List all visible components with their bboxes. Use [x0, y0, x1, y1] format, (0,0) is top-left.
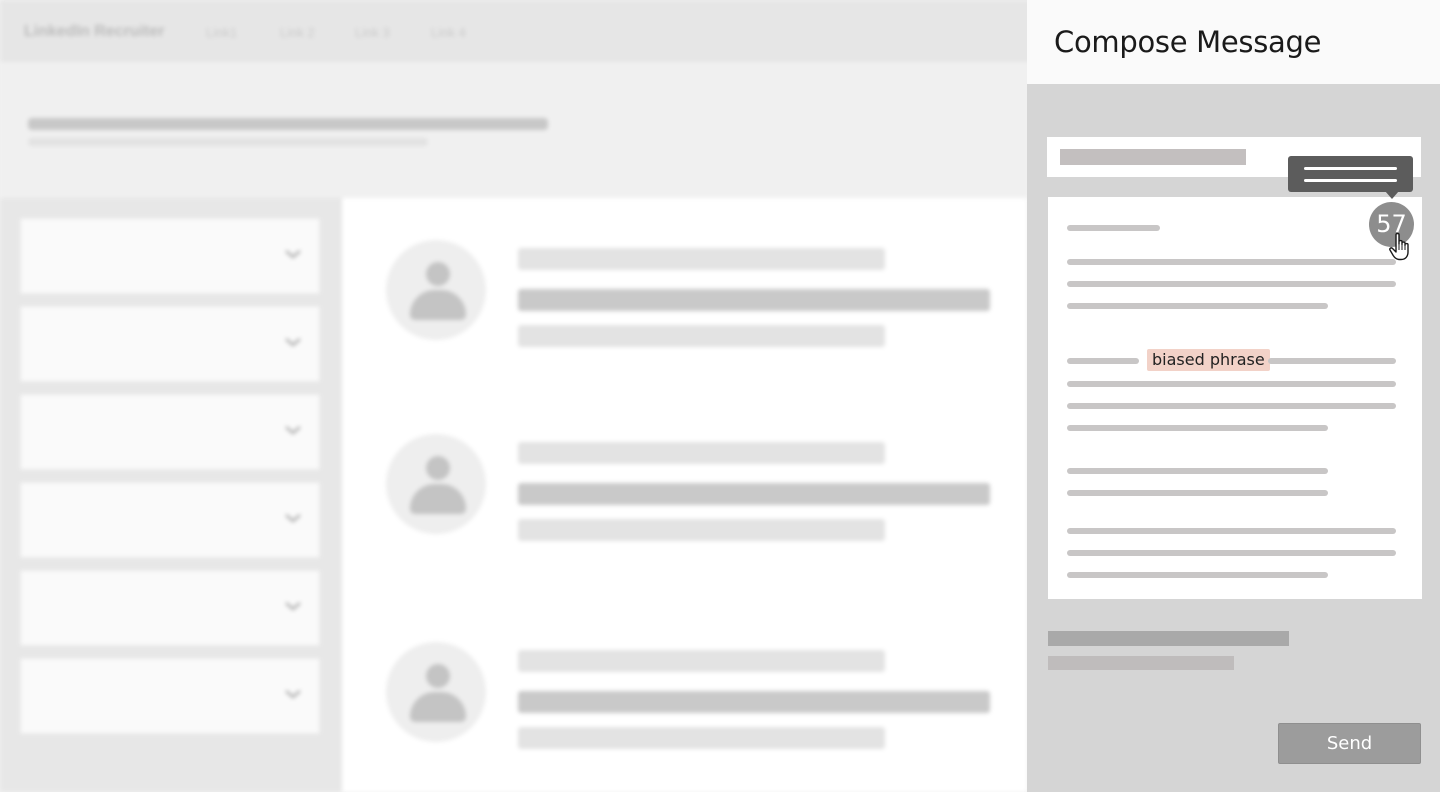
bias-score-badge[interactable]: 57	[1369, 202, 1414, 247]
candidate-headline-placeholder	[518, 691, 990, 713]
footer-subtext-placeholder	[1048, 656, 1234, 670]
candidate-location-placeholder	[518, 325, 885, 347]
compose-panel: Compose Message biased phrase	[1027, 0, 1440, 792]
text-line	[1067, 303, 1328, 309]
candidate-location-placeholder	[518, 727, 885, 749]
filter-sidebar	[0, 198, 342, 792]
tooltip-line	[1304, 179, 1397, 182]
filter-dropdown[interactable]	[20, 482, 320, 558]
chevron-down-icon	[285, 426, 301, 435]
chevron-down-icon	[285, 250, 301, 259]
subject-placeholder	[1060, 149, 1246, 165]
text-line	[1067, 225, 1160, 231]
candidate-card[interactable]	[382, 434, 1002, 554]
chevron-down-icon	[285, 602, 301, 611]
tooltip-arrow	[1385, 191, 1399, 199]
candidate-name-placeholder	[518, 248, 885, 270]
compose-header: Compose Message	[1027, 0, 1440, 84]
avatar-placeholder-icon	[386, 240, 486, 340]
text-line	[1067, 528, 1396, 534]
candidate-name-placeholder	[518, 650, 885, 672]
text-line	[1067, 425, 1328, 431]
candidate-results	[342, 198, 1027, 792]
footer-text-placeholder	[1048, 631, 1289, 646]
compose-title: Compose Message	[1054, 25, 1322, 59]
biased-phrase-highlight[interactable]: biased phrase	[1147, 349, 1270, 371]
candidate-card[interactable]	[382, 642, 1002, 762]
text-line	[1067, 259, 1396, 265]
nav-link-3[interactable]: Link 3	[355, 25, 390, 40]
tooltip-line	[1304, 167, 1397, 170]
text-line	[1067, 468, 1328, 474]
chevron-down-icon	[285, 338, 301, 347]
text-line	[1067, 358, 1139, 364]
chevron-down-icon	[285, 514, 301, 523]
candidate-card[interactable]	[382, 240, 1002, 360]
avatar-placeholder-icon	[386, 642, 486, 742]
message-body-field[interactable]: biased phrase	[1048, 197, 1422, 599]
page-subtitle-placeholder	[28, 138, 428, 146]
candidate-name-placeholder	[518, 442, 885, 464]
nav-link-2[interactable]: Link 2	[280, 25, 315, 40]
text-line	[1067, 490, 1328, 496]
nav-link-1[interactable]: Link1	[206, 25, 237, 40]
candidate-location-placeholder	[518, 519, 885, 541]
text-line	[1067, 281, 1396, 287]
send-button[interactable]: Send	[1278, 723, 1421, 764]
text-line	[1067, 403, 1396, 409]
text-line	[1268, 358, 1396, 364]
nav-link-4[interactable]: Link 4	[431, 25, 466, 40]
text-line	[1067, 572, 1328, 578]
filter-dropdown[interactable]	[20, 218, 320, 294]
text-line	[1067, 550, 1396, 556]
filter-dropdown[interactable]	[20, 658, 320, 734]
chevron-down-icon	[285, 690, 301, 699]
avatar-placeholder-icon	[386, 434, 486, 534]
text-line	[1067, 381, 1396, 387]
score-tooltip	[1288, 156, 1413, 192]
filter-dropdown[interactable]	[20, 306, 320, 382]
page-title-placeholder	[28, 118, 548, 130]
candidate-headline-placeholder	[518, 483, 990, 505]
candidate-headline-placeholder	[518, 289, 990, 311]
brand-logo: LinkedIn Recruiter	[24, 23, 165, 40]
filter-dropdown[interactable]	[20, 570, 320, 646]
filter-dropdown[interactable]	[20, 394, 320, 470]
